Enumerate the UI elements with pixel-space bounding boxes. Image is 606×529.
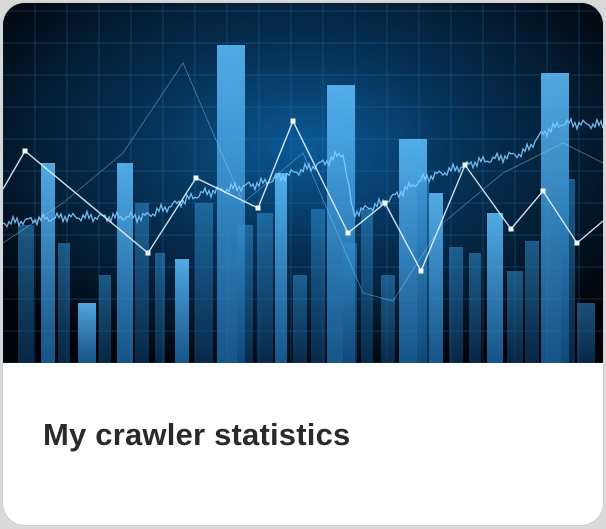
card-title: My crawler statistics [43, 417, 351, 452]
background-bar [525, 241, 539, 363]
background-bar [293, 275, 307, 363]
background-bar [311, 209, 325, 363]
background-bar [507, 271, 523, 363]
zigzag-point [574, 240, 580, 246]
background-bar [237, 225, 253, 363]
chart-illustration [3, 3, 603, 363]
background-bar [257, 213, 273, 363]
background-bar [487, 213, 503, 363]
background-bar [381, 275, 395, 363]
background-bar [18, 225, 34, 363]
zigzag-point [255, 205, 261, 211]
zigzag-point [22, 148, 28, 154]
zigzag-point [382, 200, 388, 206]
background-bar [429, 193, 443, 363]
crawler-statistics-card[interactable]: My crawler statistics [3, 3, 603, 525]
background-bar [343, 243, 357, 363]
stock-chart-image [3, 3, 603, 363]
zigzag-point [418, 268, 424, 274]
background-bar [561, 179, 575, 363]
background-bar [577, 303, 595, 363]
zigzag-point [462, 162, 468, 168]
background-bar [155, 253, 165, 363]
background-bar [99, 275, 111, 363]
background-bar [449, 247, 463, 363]
zigzag-point [345, 230, 351, 236]
background-bar [58, 243, 70, 363]
zigzag-point [540, 188, 546, 194]
zigzag-point [508, 226, 514, 232]
background-bar [469, 253, 481, 363]
zigzag-point [145, 250, 151, 256]
zigzag-point [193, 175, 199, 181]
background-bar [175, 259, 189, 363]
background-bar [195, 203, 213, 363]
background-bar [78, 303, 96, 363]
background-bar [117, 163, 133, 363]
background-bar [135, 203, 149, 363]
background-bar [361, 209, 373, 363]
zigzag-point [290, 118, 296, 124]
background-bar [275, 173, 287, 363]
background-bar [41, 163, 55, 363]
